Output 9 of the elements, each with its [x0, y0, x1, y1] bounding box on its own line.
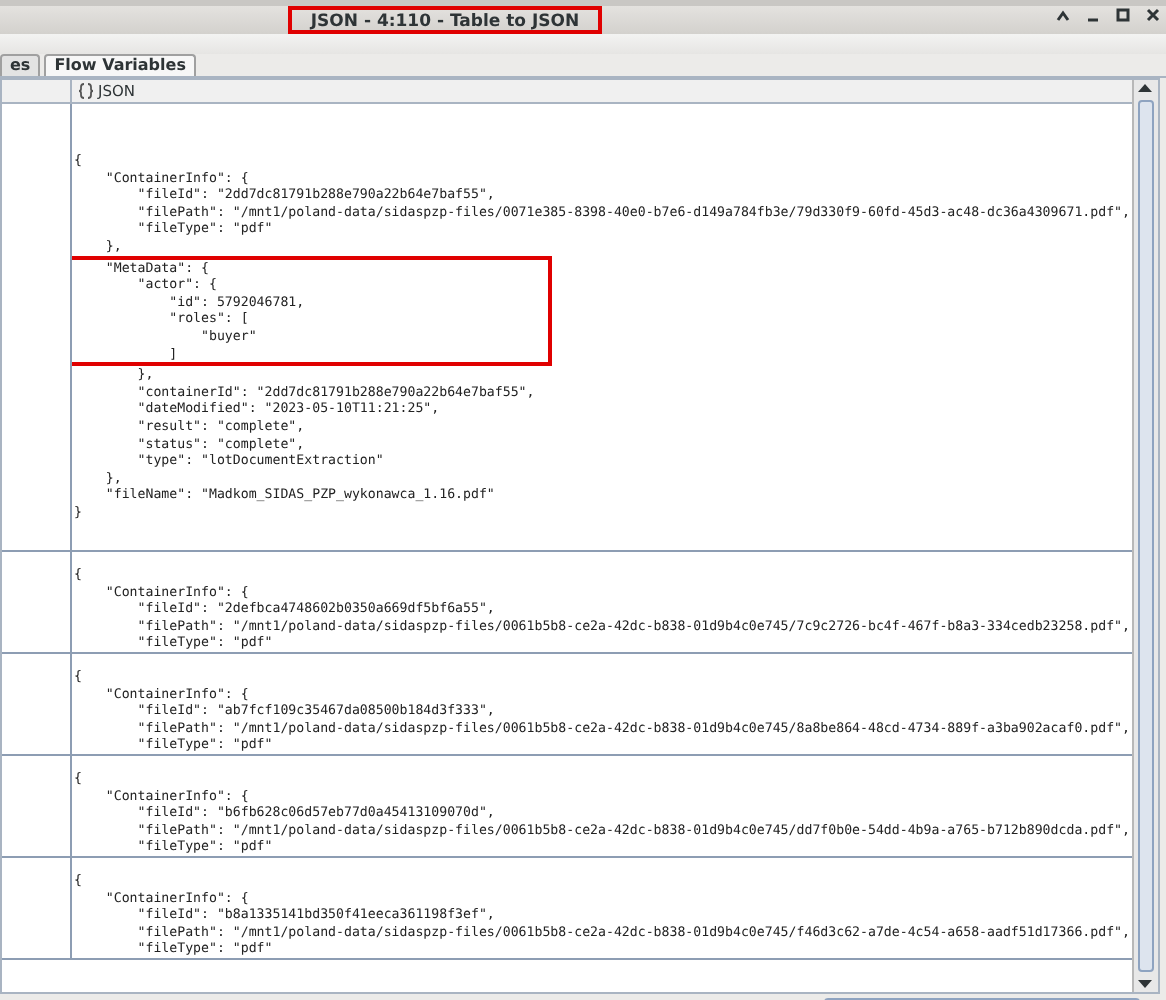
scroll-up-icon[interactable] [1134, 80, 1156, 96]
chevron-up-icon[interactable] [1056, 9, 1070, 21]
json-icon [78, 82, 94, 100]
tab[interactable]: Flow Variables [44, 54, 196, 76]
window-title: JSON - 4:110 - Table to JSON [288, 6, 602, 34]
scroll-down-icon[interactable] [1134, 976, 1156, 992]
close-icon[interactable] [1146, 8, 1160, 22]
maximize-icon[interactable] [1116, 8, 1130, 22]
tab[interactable]: es [0, 54, 41, 76]
